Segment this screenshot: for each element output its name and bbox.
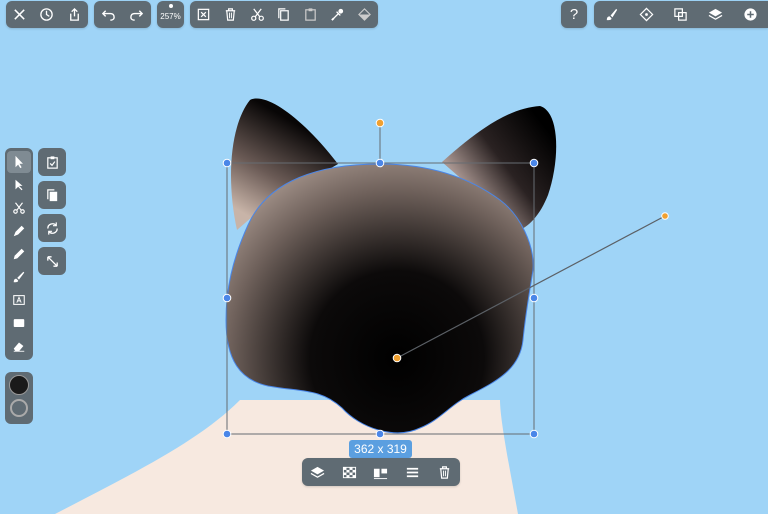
zoom-level: 257% (160, 11, 181, 21)
scissors-tool[interactable] (7, 197, 31, 219)
undo-icon[interactable] (95, 2, 121, 28)
share-icon[interactable] (61, 2, 87, 28)
history-icon[interactable] (34, 2, 60, 28)
rectangle-tool[interactable] (7, 312, 31, 334)
trash-icon[interactable] (217, 2, 243, 28)
deselect-icon[interactable] (190, 2, 216, 28)
pencil-tool[interactable] (7, 243, 31, 265)
rotate-button[interactable] (38, 214, 66, 242)
tool-palette (5, 148, 33, 360)
transparency-icon[interactable] (336, 459, 362, 485)
clipboard-check-icon (46, 155, 58, 169)
cut-icon[interactable] (244, 2, 270, 28)
add-icon[interactable] (738, 2, 764, 28)
pen-tool[interactable] (7, 220, 31, 242)
help-label: ? (569, 6, 579, 23)
select-tool[interactable] (7, 151, 31, 173)
brush-tool[interactable] (7, 266, 31, 288)
layers-icon[interactable] (703, 2, 729, 28)
edit-toolbar (190, 1, 378, 28)
boolean-icon[interactable] (668, 2, 694, 28)
brush-settings-icon[interactable] (598, 2, 624, 28)
cat-head (225, 163, 534, 434)
stroke-color-well[interactable] (10, 399, 28, 417)
align-icon[interactable] (368, 459, 394, 485)
redo-icon[interactable] (124, 2, 150, 28)
scale-button[interactable] (38, 247, 66, 275)
delete-icon[interactable] (431, 459, 457, 485)
eraser-tool[interactable] (7, 335, 31, 357)
resize-icon (46, 255, 58, 267)
help-button[interactable]: ? (561, 1, 587, 28)
direct-select-tool[interactable] (7, 174, 31, 196)
arrange-icon[interactable] (305, 459, 331, 485)
paste-in-place-button[interactable] (38, 148, 66, 176)
gradient-end-handle (661, 212, 669, 220)
close-icon[interactable] (7, 2, 33, 28)
cat-body (55, 400, 518, 514)
fill-icon[interactable] (351, 2, 377, 28)
guides-icon[interactable] (633, 2, 659, 28)
context-toolbar (302, 458, 460, 486)
text-tool[interactable] (7, 289, 31, 311)
history-toolbar (94, 1, 151, 28)
canvas[interactable] (0, 0, 768, 514)
fill-color-well[interactable] (9, 375, 29, 395)
duplicate-icon (46, 188, 57, 201)
inspector-toolbar (594, 1, 768, 28)
zoom-indicator[interactable]: 257% (157, 1, 184, 28)
paste-icon[interactable] (298, 2, 324, 28)
file-toolbar (6, 1, 88, 28)
copy-icon[interactable] (271, 2, 297, 28)
eyedropper-icon[interactable] (325, 2, 351, 28)
duplicate-button[interactable] (38, 181, 66, 209)
rotate-handle (375, 118, 385, 128)
distribute-icon[interactable] (400, 459, 426, 485)
selection-size-label: 362 x 319 (349, 440, 412, 458)
color-wells (5, 372, 33, 424)
gradient-center-handle (392, 353, 402, 363)
rotate-icon (46, 221, 58, 235)
